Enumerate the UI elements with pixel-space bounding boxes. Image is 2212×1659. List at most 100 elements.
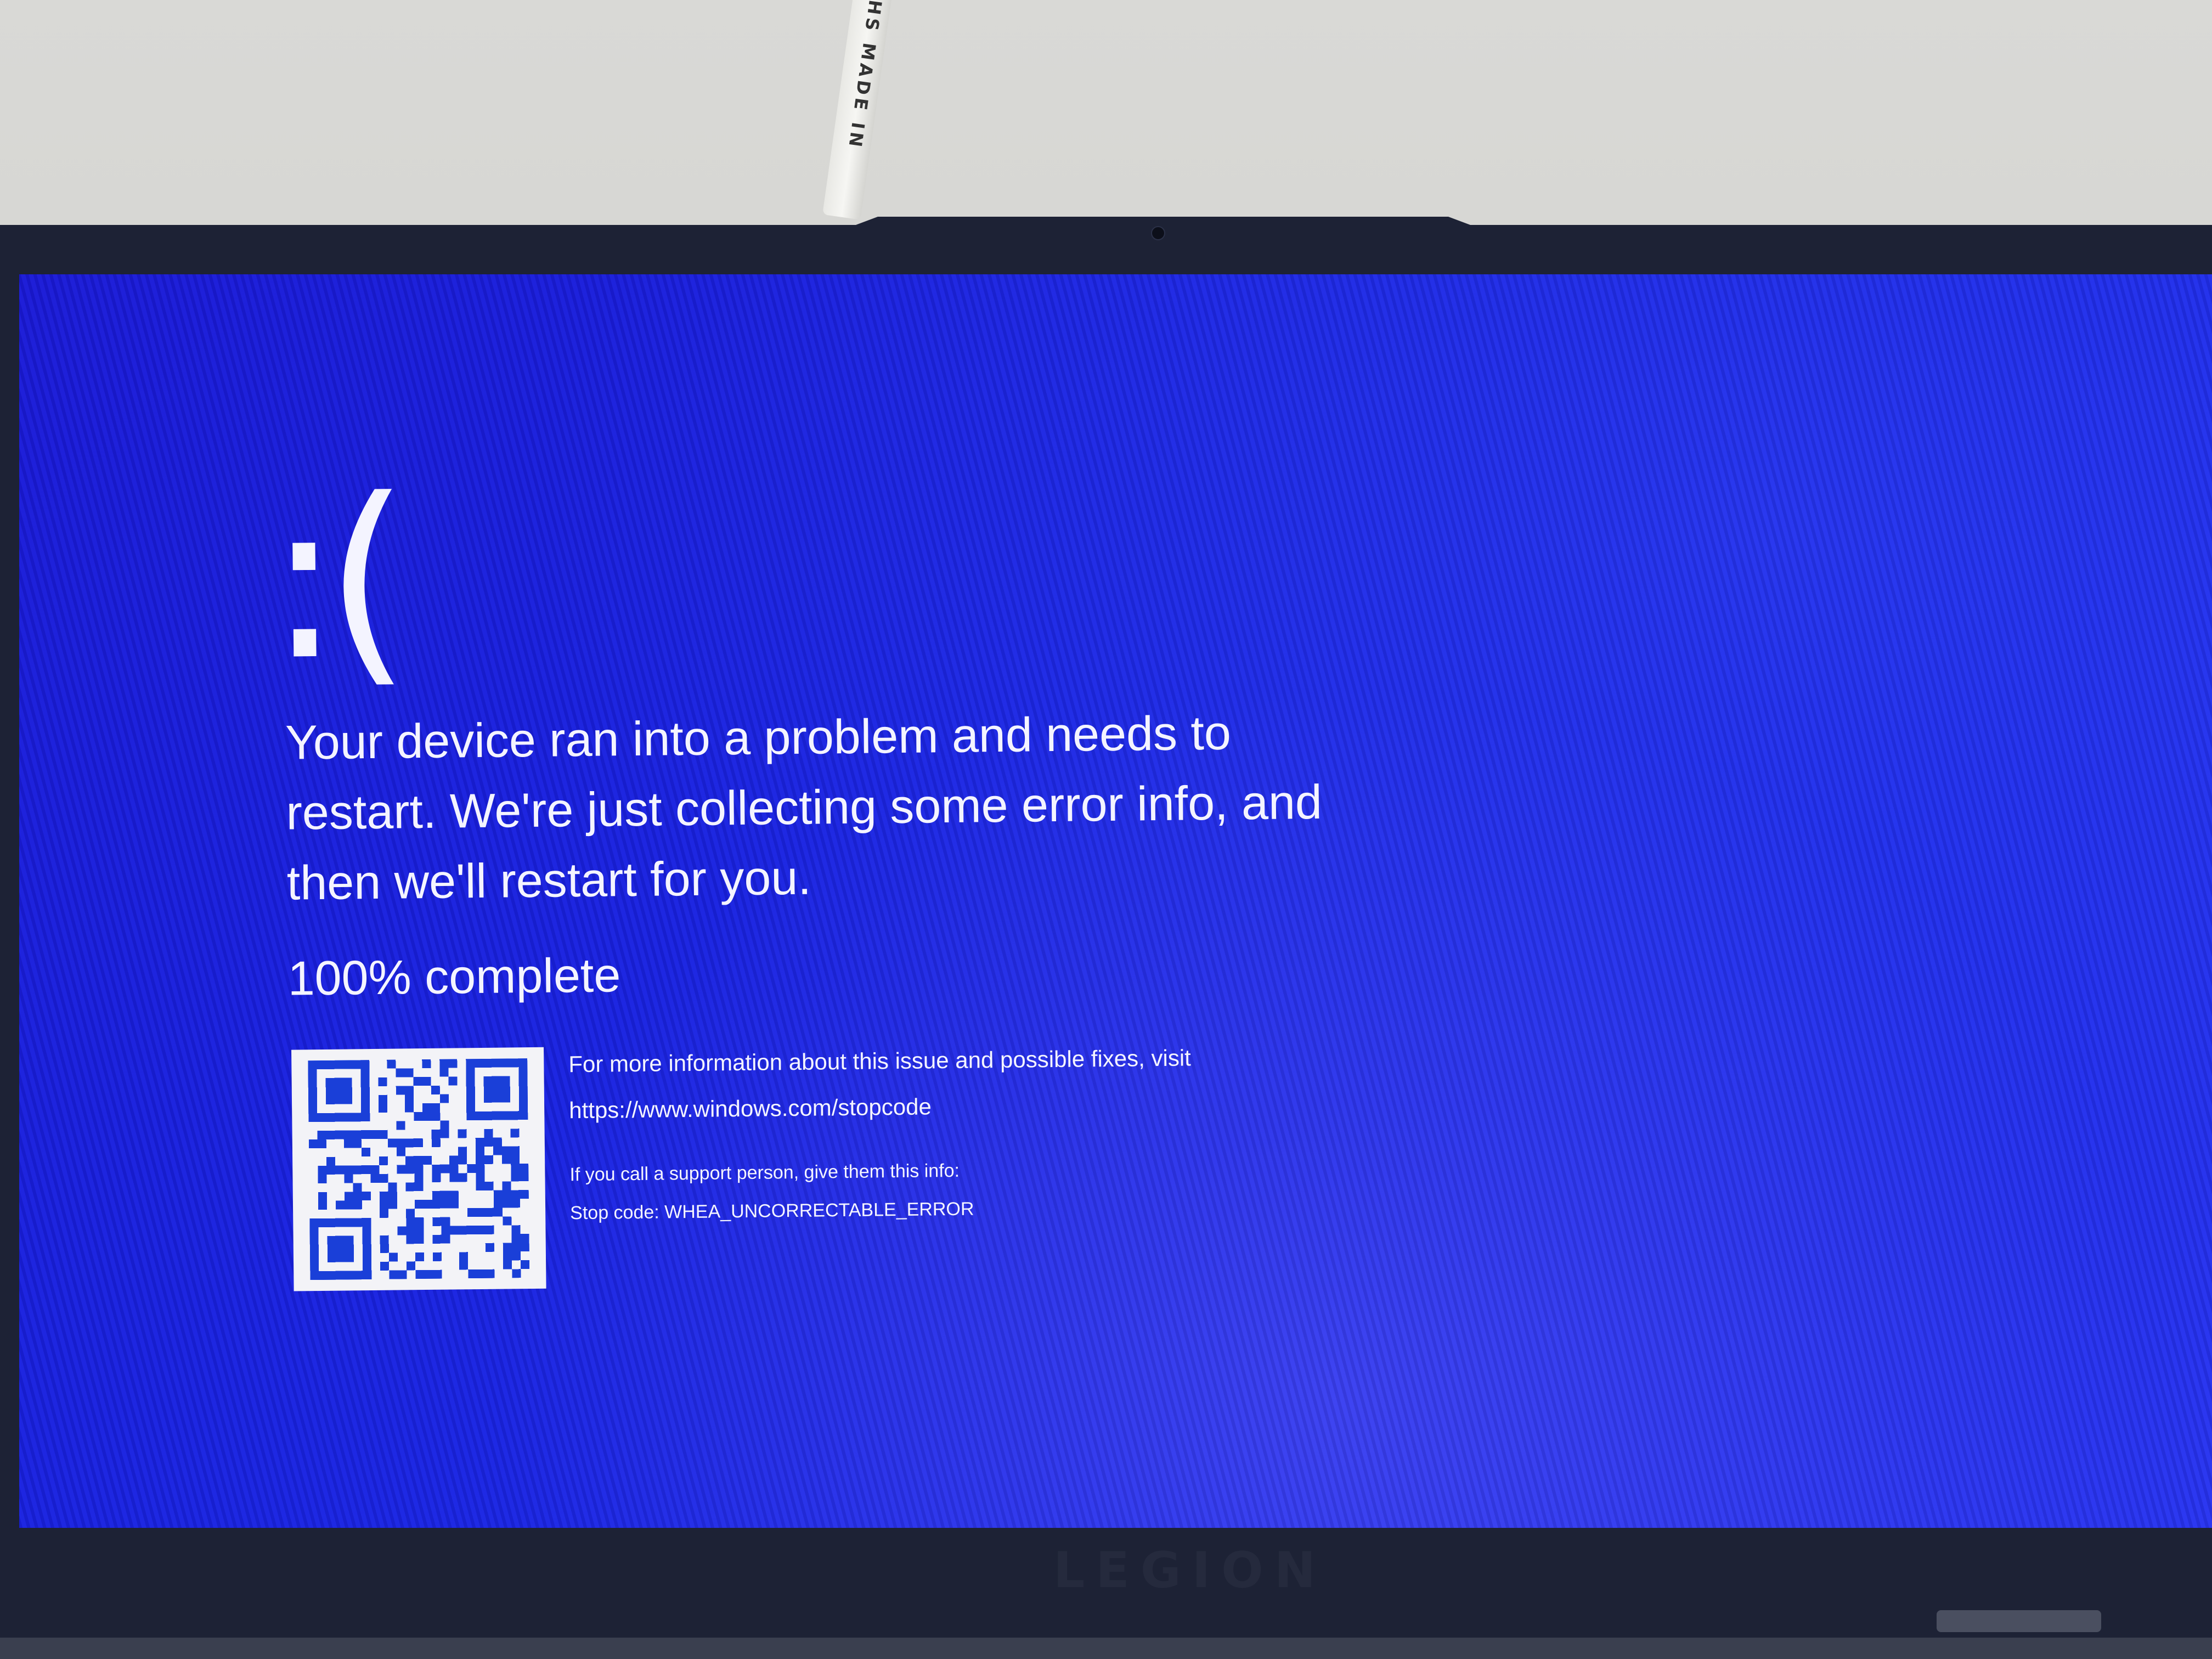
qr-module <box>422 1059 431 1069</box>
qr-module <box>405 1103 414 1113</box>
qr-module <box>317 1113 326 1122</box>
qr-module <box>353 1183 362 1192</box>
qr-module <box>406 1209 415 1218</box>
qr-module <box>483 1076 493 1085</box>
qr-module <box>459 1252 469 1261</box>
qr-module <box>483 1058 493 1068</box>
qr-module <box>459 1226 468 1235</box>
qr-module <box>503 1260 512 1269</box>
qr-module <box>415 1235 424 1244</box>
qr-module <box>519 1111 528 1120</box>
qr-module <box>380 1244 389 1253</box>
qr-module <box>502 1155 511 1164</box>
progress-text: 100% complete <box>287 947 621 1006</box>
qr-module <box>511 1243 521 1252</box>
qr-module <box>432 1234 442 1244</box>
qr-module <box>449 1155 459 1165</box>
qr-module <box>319 1271 328 1280</box>
qr-module <box>414 1156 424 1165</box>
qr-module <box>343 1077 352 1087</box>
qr-module <box>441 1199 450 1209</box>
qr-module <box>415 1252 425 1262</box>
qr-module <box>334 1077 343 1087</box>
qr-module <box>423 1155 432 1165</box>
qr-module <box>468 1269 477 1279</box>
qr-module <box>326 1165 336 1175</box>
qr-module <box>501 1093 511 1103</box>
qr-module <box>379 1200 389 1209</box>
qr-module <box>379 1191 388 1200</box>
qr-module <box>361 1104 370 1113</box>
qr-module <box>336 1271 346 1280</box>
qr-module <box>308 1139 318 1149</box>
qr-module <box>449 1190 459 1200</box>
qr-module <box>327 1253 337 1262</box>
qr-module <box>317 1139 326 1149</box>
qr-module <box>432 1217 442 1226</box>
qr-module <box>378 1094 388 1104</box>
qr-module <box>360 1060 370 1069</box>
qr-module <box>353 1200 363 1210</box>
qr-module <box>398 1270 407 1279</box>
qr-module <box>449 1173 459 1182</box>
qr-module <box>458 1129 467 1138</box>
qr-module <box>459 1261 469 1270</box>
qr-module <box>396 1147 406 1156</box>
qr-module <box>345 1271 354 1280</box>
qr-module <box>318 1200 328 1210</box>
qr-module <box>414 1165 424 1174</box>
qr-module <box>485 1207 494 1217</box>
stopcode-link[interactable]: https://www.windows.com/stopcode <box>569 1081 1192 1133</box>
qr-module <box>511 1155 520 1164</box>
qr-module <box>483 1093 493 1103</box>
qr-module <box>432 1173 441 1182</box>
qr-module <box>344 1200 354 1210</box>
qr-module <box>476 1155 485 1165</box>
qr-module <box>328 1271 337 1280</box>
qr-module <box>336 1244 345 1254</box>
qr-module <box>379 1156 388 1165</box>
qr-module <box>467 1164 476 1173</box>
qr-module <box>502 1199 512 1208</box>
qr-module <box>405 1165 415 1174</box>
qr-module <box>360 1069 370 1078</box>
qr-module <box>397 1165 406 1174</box>
qr-module <box>352 1139 362 1148</box>
qr-module <box>501 1111 511 1120</box>
qr-module <box>502 1181 511 1190</box>
qr-module <box>396 1068 405 1077</box>
qr-module <box>362 1235 371 1245</box>
qr-module <box>414 1200 424 1209</box>
qr-module <box>308 1087 317 1096</box>
qr-module <box>310 1271 319 1280</box>
qr-module <box>388 1191 397 1200</box>
qr-module <box>308 1096 318 1105</box>
qr-module <box>520 1172 529 1182</box>
qr-module <box>422 1076 431 1086</box>
qr-module <box>483 1085 493 1094</box>
qr-module <box>396 1121 405 1130</box>
qr-module <box>362 1244 371 1254</box>
qr-module <box>308 1104 318 1114</box>
qr-module <box>511 1172 520 1182</box>
qr-code-graphic <box>308 1058 530 1280</box>
sad-face-icon: :( <box>266 452 396 709</box>
qr-module <box>439 1094 449 1103</box>
qr-module <box>327 1218 336 1227</box>
qr-module <box>475 1137 484 1147</box>
qr-module <box>466 1085 475 1094</box>
qr-module <box>318 1192 327 1201</box>
qr-module <box>380 1235 389 1244</box>
qr-module <box>518 1058 528 1068</box>
qr-module <box>414 1173 424 1183</box>
qr-module <box>441 1164 450 1173</box>
qr-module <box>326 1113 335 1122</box>
qr-module <box>441 1217 450 1226</box>
qr-module <box>335 1200 345 1210</box>
qr-module <box>485 1225 494 1234</box>
qr-module <box>501 1085 510 1094</box>
qr-module <box>503 1251 512 1261</box>
qr-module <box>448 1076 458 1086</box>
qr-module <box>440 1129 449 1138</box>
qr-module <box>424 1269 433 1279</box>
